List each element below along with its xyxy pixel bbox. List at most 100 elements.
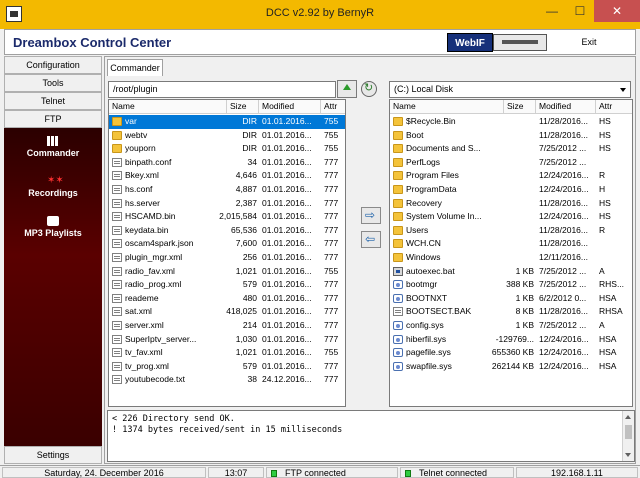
table-row[interactable]: reademe 480 01.01.2016... 777 xyxy=(109,292,345,306)
webif-logo[interactable]: WebIF xyxy=(447,33,493,52)
column-header-modified[interactable]: Modified xyxy=(259,100,321,114)
copy-to-remote-button[interactable] xyxy=(361,231,381,248)
table-row[interactable]: ProgramData 12/24/2016... H xyxy=(390,183,632,197)
ftp-panel: Commander ✶✶ Recordings MP3 Playlists xyxy=(4,128,102,446)
copy-to-local-button[interactable] xyxy=(361,207,381,224)
column-header-attr[interactable]: Attr xyxy=(596,100,632,114)
table-row[interactable]: hs.conf 4,887 01.01.2016... 777 xyxy=(109,183,345,197)
tab-commander[interactable]: Commander xyxy=(107,59,163,76)
cell-attr: 777 xyxy=(324,333,339,344)
cell-name: Documents and S... xyxy=(406,143,481,154)
cell-modified: 11/28/2016... xyxy=(539,238,588,249)
cell-attr: 777 xyxy=(324,224,339,235)
remote-control-icon[interactable] xyxy=(493,34,547,51)
sidebar-configuration-button[interactable]: Configuration xyxy=(4,56,102,74)
cell-modified: 01.01.2016... xyxy=(262,320,312,330)
sidebar-telnet-button[interactable]: Telnet xyxy=(4,92,102,110)
table-row[interactable]: hiberfil.sys -129769... 12/24/2016... HSA xyxy=(390,333,632,347)
list-header: Name Size Modified Attr xyxy=(109,100,345,114)
refresh-button[interactable] xyxy=(361,81,377,97)
remote-path-field[interactable]: /root/plugin xyxy=(108,81,336,98)
cell-attr: RHSA xyxy=(599,306,623,317)
table-row[interactable]: Users 11/28/2016... R xyxy=(390,224,632,238)
column-header-size[interactable]: Size xyxy=(504,100,536,114)
table-row[interactable]: plugin_mgr.xml 256 01.01.2016... 777 xyxy=(109,251,345,265)
table-row[interactable]: Boot 11/28/2016... HS xyxy=(390,129,632,143)
table-row[interactable]: Program Files 12/24/2016... R xyxy=(390,169,632,183)
table-row[interactable]: WCH.CN 11/28/2016... xyxy=(390,237,632,251)
table-row[interactable]: autoexec.bat 1 KB 7/25/2012 ... A xyxy=(390,265,632,279)
table-row[interactable]: youtubecode.txt 38 24.12.2016... 777 xyxy=(109,373,345,387)
sidebar-item-mp3-playlists[interactable]: MP3 Playlists xyxy=(4,216,102,238)
table-row[interactable]: tv_prog.xml 579 01.01.2016... 777 xyxy=(109,360,345,374)
table-row[interactable]: Recovery 11/28/2016... HS xyxy=(390,197,632,211)
column-header-modified[interactable]: Modified xyxy=(536,100,596,114)
log-scrollbar[interactable] xyxy=(622,411,634,461)
table-row[interactable]: bootmgr 388 KB 7/25/2012 ... RHS... xyxy=(390,278,632,292)
column-header-name[interactable]: Name xyxy=(390,100,504,114)
table-row[interactable]: PerfLogs 7/25/2012 ... xyxy=(390,156,632,170)
table-row[interactable]: BOOTNXT 1 KB 6/2/2012 0... HSA xyxy=(390,292,632,306)
table-row[interactable]: HSCAMD.bin 2,015,584 01.01.2016... 777 xyxy=(109,210,345,224)
cell-modified: 01.01.2016... xyxy=(262,170,312,181)
sidebar-item-commander[interactable]: Commander xyxy=(4,136,102,158)
table-row[interactable]: server.xml 214 01.01.2016... 777 xyxy=(109,319,345,333)
cell-size: 7,600 xyxy=(235,238,257,249)
table-row[interactable]: youporn DIR 01.01.2016... 755 xyxy=(109,142,345,156)
table-row[interactable]: System Volume In... 12/24/2016... HS xyxy=(390,210,632,224)
cell-attr: A xyxy=(599,265,605,276)
column-header-attr[interactable]: Attr xyxy=(321,100,345,114)
table-row[interactable]: oscam4spark.json 7,600 01.01.2016... 777 xyxy=(109,237,345,251)
cell-attr: HSA xyxy=(599,347,617,358)
drive-select[interactable]: (C:) Local Disk xyxy=(389,81,631,98)
column-header-size[interactable]: Size xyxy=(227,100,259,114)
sidebar-ftp-button[interactable]: FTP xyxy=(4,110,102,128)
cell-name: $Recycle.Bin xyxy=(406,116,456,126)
table-row[interactable]: Documents and S... 7/25/2012 ... HS xyxy=(390,142,632,156)
sidebar-item-recordings[interactable]: ✶✶ Recordings xyxy=(4,176,102,199)
file-icon xyxy=(112,348,122,358)
scroll-thumb[interactable] xyxy=(625,425,632,439)
parent-folder-button[interactable] xyxy=(337,80,357,98)
column-header-name[interactable]: Name xyxy=(109,100,227,114)
table-row[interactable]: Windows 12/11/2016... xyxy=(390,251,632,265)
cell-modified: 6/2/2012 0... xyxy=(539,292,587,303)
table-row[interactable]: binpath.conf 34 01.01.2016... 777 xyxy=(109,156,345,170)
exit-button[interactable]: Exit xyxy=(551,32,627,52)
minimize-button[interactable]: — xyxy=(538,0,566,22)
cell-size: 4,646 xyxy=(235,170,257,181)
table-row[interactable]: keydata.bin 65,536 01.01.2016... 777 xyxy=(109,224,345,238)
table-row[interactable]: radio_prog.xml 579 01.01.2016... 777 xyxy=(109,278,345,292)
table-row[interactable]: BOOTSECT.BAK 8 KB 11/28/2016... RHSA xyxy=(390,305,632,319)
cell-modified: 12/11/2016... xyxy=(539,252,588,262)
table-row[interactable]: tv_fav.xml 1,021 01.01.2016... 755 xyxy=(109,346,345,360)
cell-name: WCH.CN xyxy=(406,238,441,249)
table-row[interactable]: var DIR 01.01.2016... 755 xyxy=(109,115,345,129)
sidebar-settings-button[interactable]: Settings xyxy=(4,446,102,464)
table-row[interactable]: sat.xml 418,025 01.01.2016... 777 xyxy=(109,305,345,319)
grid-icon xyxy=(47,136,59,146)
cell-size: 8 KB xyxy=(515,306,534,317)
scroll-up-icon[interactable] xyxy=(625,415,631,419)
cell-modified: 12/24/2016... xyxy=(539,211,589,222)
cell-attr: 777 xyxy=(324,184,339,194)
remote-file-list[interactable]: Name Size Modified Attr var DIR 01.01.2016… xyxy=(108,99,346,407)
table-row[interactable]: swapfile.sys 262144 KB 12/24/2016... HSA xyxy=(390,360,632,374)
ftp-log[interactable]: < 226 Directory send OK. ! 1374 bytes re… xyxy=(107,410,635,462)
table-row[interactable]: $Recycle.Bin 11/28/2016... HS xyxy=(390,115,632,129)
cell-attr: 755 xyxy=(324,265,339,276)
status-telnet: Telnet connected xyxy=(400,467,514,478)
table-row[interactable]: SuperIptv_server... 1,030 01.01.2016... 777 xyxy=(109,333,345,347)
sidebar-tools-button[interactable]: Tools xyxy=(4,74,102,92)
table-row[interactable]: config.sys 1 KB 7/25/2012 ... A xyxy=(390,319,632,333)
cell-attr: HS xyxy=(599,143,611,154)
local-file-list[interactable]: Name Size Modified Attr $Recycle.Bin 11/2… xyxy=(389,99,633,407)
close-button[interactable]: ✕ xyxy=(594,0,640,22)
table-row[interactable]: Bkey.xml 4,646 01.01.2016... 777 xyxy=(109,169,345,183)
table-row[interactable]: radio_fav.xml 1,021 01.01.2016... 755 xyxy=(109,265,345,279)
scroll-down-icon[interactable] xyxy=(625,453,631,457)
table-row[interactable]: pagefile.sys 655360 KB 12/24/2016... HSA xyxy=(390,346,632,360)
maximize-button[interactable]: ☐ xyxy=(566,0,594,22)
table-row[interactable]: hs.server 2,387 01.01.2016... 777 xyxy=(109,197,345,211)
table-row[interactable]: webtv DIR 01.01.2016... 755 xyxy=(109,129,345,143)
